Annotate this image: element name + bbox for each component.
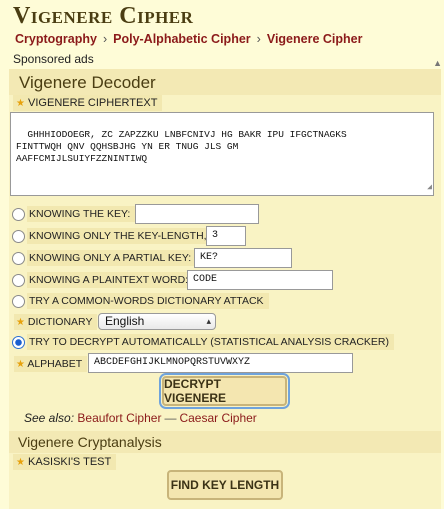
option-auto[interactable]: Try to decrypt automatically (statistica…	[12, 333, 395, 351]
breadcrumb-vigenere[interactable]: Vigenere Cipher	[267, 32, 363, 46]
breadcrumb-separator: ›	[102, 32, 108, 46]
decoder-header: Vigenere Decoder	[9, 69, 441, 95]
cryptanalysis-title: Vigenere Cryptanalysis	[18, 434, 162, 450]
option-plaintext-word[interactable]: Knowing a plaintext word:	[12, 271, 194, 289]
ciphertext-textarea[interactable]: GHHHIODOEGR, ZC ZAPZZKU LNBFCNIVJ HG BAK…	[10, 112, 434, 196]
see-also-prefix: See also:	[24, 411, 75, 425]
dictionary-label-text: Dictionary	[27, 316, 93, 328]
dictionary-selected-value: English	[105, 314, 145, 328]
option-partial-key-label: Knowing only a partial key:	[27, 250, 197, 266]
star-icon: ★	[16, 317, 25, 328]
key-length-input[interactable]: 3	[206, 226, 246, 246]
radio-partial-key[interactable]	[12, 251, 25, 265]
resize-grip-icon[interactable]: ◢	[427, 182, 432, 194]
radio-key-length[interactable]	[12, 229, 25, 243]
radio-dictionary-attack[interactable]	[12, 294, 25, 308]
breadcrumb-cryptography[interactable]: Cryptography	[15, 32, 97, 46]
find-key-length-button[interactable]: Find key length	[167, 470, 283, 500]
alphabet-label-text: Alphabet	[27, 358, 83, 370]
ciphertext-label: ★ Vigenere ciphertext	[13, 95, 163, 111]
radio-known-key[interactable]	[12, 207, 25, 221]
radio-plaintext-word[interactable]	[12, 273, 25, 287]
option-partial-key[interactable]: Knowing only a partial key:	[12, 249, 197, 267]
option-auto-label: Try to decrypt automatically (statistica…	[27, 334, 395, 350]
decoder-title: Vigenere Decoder	[19, 73, 156, 92]
see-also: See also: Beaufort Cipher — Caesar Cipher	[24, 411, 257, 425]
option-dictionary-attack[interactable]: Try a common-words dictionary attack	[12, 292, 269, 310]
known-key-input[interactable]	[135, 204, 259, 224]
plaintext-word-input[interactable]: CODE	[187, 270, 333, 290]
breadcrumb-separator: ›	[256, 32, 261, 46]
star-icon: ★	[16, 98, 25, 109]
decrypt-button[interactable]: Decrypt Vigenere	[159, 373, 290, 409]
breadcrumb: Cryptography › Poly-Alphabetic Cipher › Vige…	[15, 32, 362, 46]
option-known-key-label: Knowing the key:	[27, 206, 136, 222]
page-title: Vigenere Cipher	[13, 3, 194, 29]
kasiski-label: ★ Kasiski's test	[13, 454, 117, 470]
star-icon: ★	[16, 457, 25, 468]
alphabet-row: ★ Alphabet	[14, 355, 88, 373]
ciphertext-text: GHHHIODOEGR, ZC ZAPZZKU LNBFCNIVJ HG BAK…	[16, 129, 347, 164]
partial-key-input[interactable]: KE?	[194, 248, 292, 268]
breadcrumb-poly-alphabetic[interactable]: Poly-Alphabetic Cipher	[113, 32, 251, 46]
caesar-cipher-link[interactable]: Caesar Cipher	[179, 411, 256, 425]
sponsored-ads-label: Sponsored ads	[13, 52, 94, 66]
option-dictionary-attack-label: Try a common-words dictionary attack	[27, 293, 269, 309]
beaufort-cipher-link[interactable]: Beaufort Cipher	[77, 411, 161, 425]
dictionary-row: ★ Dictionary	[14, 313, 98, 331]
dictionary-select[interactable]: English ▴▾	[98, 313, 216, 341]
option-plaintext-word-label: Knowing a plaintext word:	[27, 272, 194, 288]
radio-auto[interactable]	[12, 335, 25, 349]
kasiski-label-text: Kasiski's test	[28, 456, 112, 468]
ciphertext-label-text: Vigenere ciphertext	[28, 97, 158, 109]
scroll-up-arrow-icon[interactable]: ▲	[433, 58, 442, 68]
alphabet-label: ★ Alphabet	[14, 356, 88, 372]
see-also-separator: —	[164, 411, 177, 425]
star-icon: ★	[16, 359, 25, 370]
cryptanalysis-header: Vigenere Cryptanalysis	[9, 431, 441, 453]
dictionary-label: ★ Dictionary	[14, 314, 98, 330]
option-known-key[interactable]: Knowing the key:	[12, 205, 136, 223]
alphabet-input[interactable]: ABCDEFGHIJKLMNOPQRSTUVWXYZ	[88, 353, 353, 373]
